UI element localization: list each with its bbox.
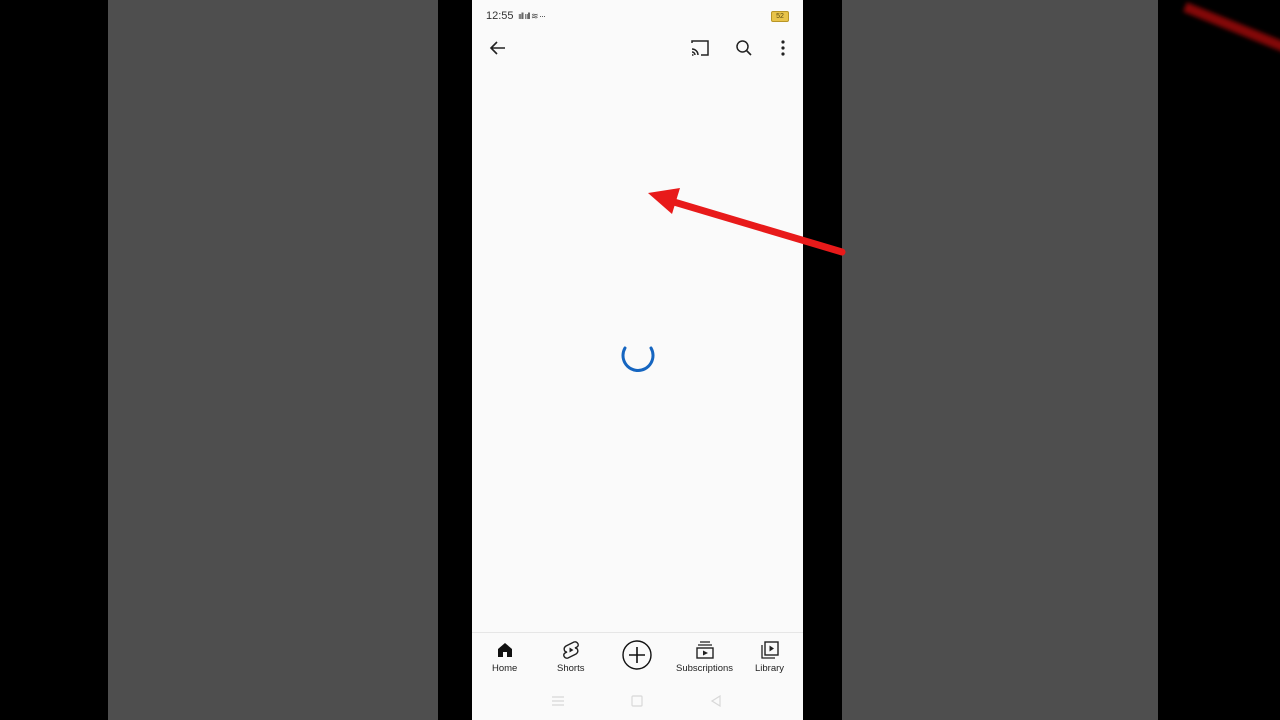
nav-home[interactable]: Home xyxy=(492,639,517,674)
menu-icon xyxy=(552,696,564,706)
red-streak xyxy=(1183,2,1280,53)
nav-home-label: Home xyxy=(492,663,518,674)
shorts-icon xyxy=(562,641,579,659)
nav-library[interactable]: Library xyxy=(755,639,784,674)
more-options-button[interactable] xyxy=(771,36,795,60)
triangle-back-icon xyxy=(710,695,721,707)
search-icon xyxy=(736,40,752,56)
system-back-button[interactable] xyxy=(707,692,725,710)
subscriptions-icon xyxy=(695,641,714,659)
library-icon xyxy=(760,641,779,659)
loading-spinner-icon xyxy=(621,346,655,372)
phone-screen: 12:55 ııll ııll ≋ ··· 52 Home Shorts Sub… xyxy=(472,0,803,720)
left-blur-panel xyxy=(108,0,438,720)
arrow-left-icon xyxy=(489,41,505,55)
signal-icons: ııll ııll ≋ ··· xyxy=(518,11,546,21)
cast-icon xyxy=(691,40,709,56)
bottom-navigation: Home Shorts Subscriptions Library xyxy=(472,632,803,683)
system-menu-button[interactable] xyxy=(549,692,567,710)
create-plus-icon[interactable] xyxy=(621,639,653,671)
right-blur-panel xyxy=(842,0,1158,720)
back-button[interactable] xyxy=(486,36,510,60)
status-time: 12:55 xyxy=(486,10,514,22)
system-navigation-bar xyxy=(472,684,803,720)
nav-shorts-label: Shorts xyxy=(557,663,585,674)
search-button[interactable] xyxy=(732,36,756,60)
cast-button[interactable] xyxy=(688,36,712,60)
red-arrow-icon xyxy=(648,188,846,256)
home-icon xyxy=(497,643,512,657)
nav-subscriptions[interactable]: Subscriptions xyxy=(676,639,733,674)
status-bar: 12:55 ııll ııll ≋ ··· 52 xyxy=(472,0,803,32)
nav-library-label: Library xyxy=(755,663,785,674)
nav-shorts[interactable]: Shorts xyxy=(557,639,584,674)
nav-subscriptions-label: Subscriptions xyxy=(676,663,734,674)
more-vertical-icon xyxy=(781,40,785,56)
battery-icon: 52 xyxy=(771,11,789,22)
square-icon xyxy=(631,695,643,707)
system-home-button[interactable] xyxy=(628,692,646,710)
